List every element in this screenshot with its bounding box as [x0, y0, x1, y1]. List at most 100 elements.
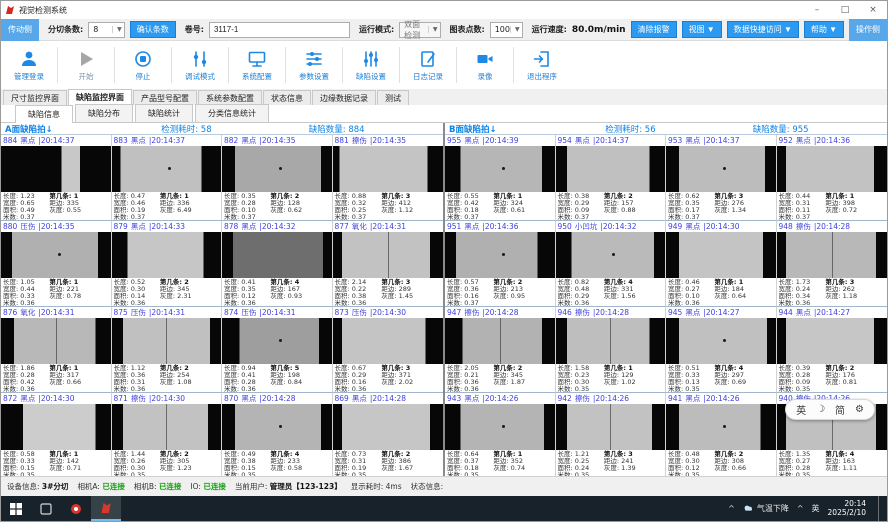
- defect-cell[interactable]: 943黑点|20:14:26长度: 0.64宽度: 0.37面积: 0.18米数…: [445, 393, 556, 476]
- defect-cell[interactable]: 951黑点|20:14:36长度: 0.57宽度: 0.36面积: 0.16米数…: [445, 221, 556, 307]
- defect-cell[interactable]: 884黑点|20:14:37长度: 1.23宽度: 0.65面积: 0.49米数…: [1, 135, 112, 221]
- ime-lang-toggle[interactable]: 英: [796, 402, 806, 417]
- defect-time: |20:14:33: [149, 222, 185, 231]
- taskbar-app-icon-1[interactable]: [31, 496, 61, 521]
- ime-settings-gear-icon[interactable]: ⚙: [855, 404, 864, 415]
- action-user-button[interactable]: 管理登录: [3, 41, 55, 89]
- action-play-button[interactable]: 开始: [60, 41, 112, 89]
- view-menu-button[interactable]: 视图 ▼: [682, 21, 722, 38]
- roll-number-input[interactable]: [209, 22, 350, 38]
- taskbar-app-icon-2[interactable]: [61, 496, 91, 521]
- clear-alarm-button[interactable]: 清除报警: [631, 21, 677, 38]
- run-mode-select[interactable]: 双面检测▼: [399, 22, 440, 38]
- defect-cell[interactable]: 877氧化|20:14:31长度: 2.14宽度: 0.22面积: 0.38米数…: [333, 221, 444, 307]
- tab-产品型号配置[interactable]: 产品型号配置: [133, 90, 197, 105]
- defect-cell[interactable]: 950小凹坑|20:14:32长度: 0.82宽度: 0.48面积: 0.29米…: [556, 221, 667, 307]
- defect-cell[interactable]: 948擦伤|20:14:28长度: 1.73宽度: 0.24面积: 0.34米数…: [777, 221, 888, 307]
- defect-id: 951: [447, 222, 461, 231]
- start-button[interactable]: [1, 496, 31, 521]
- action-stop-button[interactable]: 停止: [117, 41, 169, 89]
- tab-系统参数配置[interactable]: 系统参数配置: [198, 90, 262, 105]
- ime-moon-icon[interactable]: ☽: [816, 404, 825, 415]
- defect-mark-line: [56, 318, 57, 364]
- defect-id: 946: [558, 308, 572, 317]
- ime-toolbar[interactable]: 英 ☽ 简 ⚙: [785, 399, 875, 420]
- show-desktop-button[interactable]: [878, 496, 881, 521]
- tab-尺寸监控界面[interactable]: 尺寸监控界面: [3, 90, 67, 105]
- weather-widget[interactable]: 气温下降: [743, 503, 789, 514]
- minimize-icon[interactable]: –: [803, 1, 831, 19]
- defect-position: 第几条: 3距边: 412灰度: 1.12: [381, 193, 441, 221]
- defect-position: 第几条: 1距边: 335灰度: 0.55: [49, 193, 108, 221]
- tab-边缘数据记录[interactable]: 边缘数据记录: [312, 90, 376, 105]
- confirm-strips-button[interactable]: 确认条数: [130, 21, 176, 38]
- defect-cell[interactable]: 876氧化|20:14:31长度: 1.86宽度: 0.28面积: 0.42米数…: [1, 307, 112, 393]
- action-debug-button[interactable]: 调试模式: [174, 41, 226, 89]
- ime-simplified-toggle[interactable]: 简: [835, 402, 845, 417]
- subtab-缺陷信息[interactable]: 缺陷信息: [15, 105, 73, 123]
- defect-measures: 长度: 0.52宽度: 0.30面积: 0.14米数: 0.36: [114, 279, 160, 307]
- subtab-缺陷分布[interactable]: 缺陷分布: [75, 104, 133, 122]
- action-monitor-button[interactable]: 系统配置: [231, 41, 283, 89]
- defect-cell[interactable]: 878黑点|20:14:32长度: 0.41宽度: 0.35面积: 0.12米数…: [222, 221, 333, 307]
- tab-状态信息[interactable]: 状态信息: [263, 90, 311, 105]
- defect-cell[interactable]: 955黑点|20:14:39长度: 0.55宽度: 0.42面积: 0.18米数…: [445, 135, 556, 221]
- defect-cell-header: 884黑点|20:14:37: [1, 135, 111, 146]
- defect-cell[interactable]: 949黑点|20:14:30长度: 0.46宽度: 0.27面积: 0.10米数…: [666, 221, 777, 307]
- tab-缺陷监控界面[interactable]: 缺陷监控界面: [68, 89, 132, 105]
- defect-cell[interactable]: 946擦伤|20:14:28长度: 1.58宽度: 0.23面积: 0.30米数…: [556, 307, 667, 393]
- defect-cell[interactable]: 947擦伤|20:14:28长度: 2.05宽度: 0.21面积: 0.36米数…: [445, 307, 556, 393]
- data-quick-access-button[interactable]: 数据快捷访问 ▼: [727, 21, 799, 38]
- defect-position: 第几条: 1距边: 398灰度: 0.72: [825, 193, 885, 221]
- defect-time: |20:14:32: [259, 222, 295, 231]
- defect-cell[interactable]: 880压伤|20:14:35长度: 1.05宽度: 0.44面积: 0.33米数…: [1, 221, 112, 307]
- input-language-indicator[interactable]: 英: [812, 503, 820, 514]
- defect-image: [445, 404, 555, 450]
- action-log-button[interactable]: 日志记录: [402, 41, 454, 89]
- action-defect-settings-button[interactable]: 缺陷设置: [345, 41, 397, 89]
- defect-cell[interactable]: 952黑点|20:14:36长度: 0.44宽度: 0.31面积: 0.11米数…: [777, 135, 888, 221]
- tray-expand-icon[interactable]: ^: [728, 504, 735, 513]
- defect-cell[interactable]: 870黑点|20:14:28长度: 0.49宽度: 0.38面积: 0.15米数…: [222, 393, 333, 476]
- close-icon[interactable]: ×: [859, 1, 887, 19]
- defect-cell[interactable]: 944黑点|20:14:27长度: 0.39宽度: 0.28面积: 0.09米数…: [777, 307, 888, 393]
- action-exit-button[interactable]: 退出程序: [516, 41, 568, 89]
- defect-cell[interactable]: 882黑点|20:14:35长度: 0.35宽度: 0.28面积: 0.10米数…: [222, 135, 333, 221]
- action-camera-button[interactable]: 录像: [459, 41, 511, 89]
- tab-测试[interactable]: 测试: [377, 90, 409, 105]
- defect-image: [333, 146, 444, 192]
- defect-time: |20:14:27: [814, 308, 850, 317]
- defect-cell[interactable]: 883黑点|20:14:37长度: 0.47宽度: 0.46面积: 0.19米数…: [112, 135, 223, 221]
- defect-image: [112, 232, 222, 278]
- operator-side-button[interactable]: 操作侧: [849, 19, 887, 41]
- defect-cell[interactable]: 879黑点|20:14:33长度: 0.52宽度: 0.30面积: 0.14米数…: [112, 221, 223, 307]
- subtab-缺陷统计[interactable]: 缺陷统计: [135, 104, 193, 122]
- help-menu-button[interactable]: 帮助 ▼: [804, 21, 844, 38]
- defect-cell[interactable]: 954黑点|20:14:37长度: 0.38宽度: 0.29面积: 0.09米数…: [556, 135, 667, 221]
- action-label: 停止: [136, 71, 151, 82]
- maximize-icon[interactable]: □: [831, 1, 859, 19]
- defect-cell[interactable]: 873压伤|20:14:30长度: 0.67宽度: 0.29面积: 0.16米数…: [333, 307, 444, 393]
- defect-cell[interactable]: 872黑点|20:14:30长度: 0.58宽度: 0.33面积: 0.15米数…: [1, 393, 112, 476]
- defect-cell-header: 948擦伤|20:14:28: [777, 221, 888, 232]
- defect-cell[interactable]: 875压伤|20:14:31长度: 1.12宽度: 0.36面积: 0.31米数…: [112, 307, 223, 393]
- subtab-分类信息统计[interactable]: 分类信息统计: [195, 104, 269, 122]
- drive-side-button[interactable]: 传动侧: [1, 19, 39, 41]
- taskbar-clock[interactable]: 20:14 2025/2/10: [828, 500, 866, 517]
- defect-cell[interactable]: 871擦伤|20:14:30长度: 1.44宽度: 0.26面积: 0.30米数…: [112, 393, 223, 476]
- defect-cell-header: 949黑点|20:14:30: [666, 221, 776, 232]
- tray-caret-icon[interactable]: ^: [797, 504, 804, 513]
- defect-cell[interactable]: 942擦伤|20:14:26长度: 1.21宽度: 0.25面积: 0.24米数…: [556, 393, 667, 476]
- action-params-button[interactable]: 参数设置: [288, 41, 340, 89]
- red-app-icon: [70, 503, 82, 515]
- strip-count-select[interactable]: 8▼: [88, 22, 125, 38]
- defect-mark-dot: [502, 425, 505, 428]
- defect-cell[interactable]: 874压伤|20:14:31长度: 0.94宽度: 0.41面积: 0.28米数…: [222, 307, 333, 393]
- defect-cell[interactable]: 869黑点|20:14:28长度: 0.73宽度: 0.31面积: 0.19米数…: [333, 393, 444, 476]
- defect-cell[interactable]: 953黑点|20:14:37长度: 0.62宽度: 0.35面积: 0.17米数…: [666, 135, 777, 221]
- defect-cell[interactable]: 945黑点|20:14:27长度: 0.51宽度: 0.33面积: 0.13米数…: [666, 307, 777, 393]
- taskbar-app-icon-vision-system[interactable]: [91, 496, 121, 521]
- defect-cell[interactable]: 941黑点|20:14:26长度: 0.48宽度: 0.30面积: 0.12米数…: [666, 393, 777, 476]
- chart-points-select[interactable]: 100▼: [490, 22, 523, 38]
- defect-cell[interactable]: 881擦伤|20:14:35长度: 0.88宽度: 0.32面积: 0.25米数…: [333, 135, 444, 221]
